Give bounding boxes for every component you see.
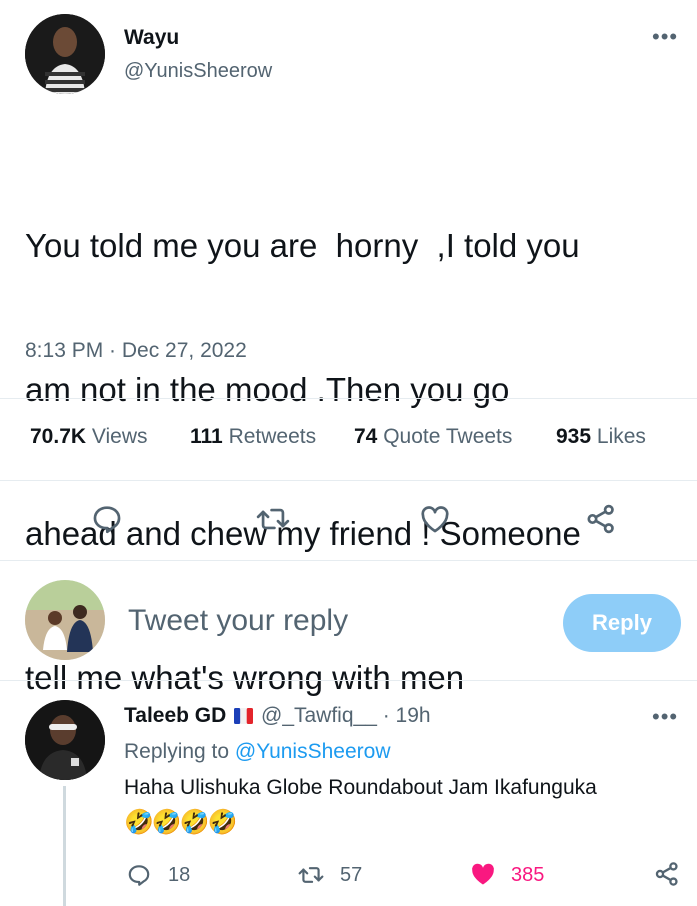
reply-header: Taleeb GD @_Tawfiq__ · 19h [124, 704, 431, 728]
likes-count: 935 [556, 425, 592, 448]
divider [0, 560, 697, 561]
tweet-text-line: tell me what's wrong with men [25, 659, 465, 696]
views-label: Views [91, 425, 148, 448]
quotes-stat[interactable]: 74 Quote Tweets [354, 425, 512, 449]
reply-like-count: 385 [511, 864, 545, 886]
reply-share-icon[interactable] [653, 860, 681, 888]
current-user-avatar-image [25, 580, 105, 660]
reply-button[interactable]: Reply [563, 594, 681, 652]
retweets-count: 111 [190, 425, 223, 448]
author-name[interactable]: Wayu [124, 26, 179, 50]
reply-input[interactable]: Tweet your reply [128, 604, 348, 638]
thread-line [63, 786, 66, 906]
retweets-label: Retweets [228, 425, 317, 448]
divider [0, 680, 697, 681]
views-stat[interactable]: 70.7K Views [30, 425, 148, 449]
divider [0, 398, 697, 399]
retweet-icon[interactable] [254, 502, 292, 536]
reply-reply-icon[interactable] [126, 862, 152, 888]
more-options-icon[interactable]: ••• [652, 26, 678, 48]
retweets-stat[interactable]: 111 Retweets [190, 425, 316, 449]
reply-more-options-icon[interactable]: ••• [652, 706, 678, 728]
replying-to: Replying to @YunisSheerow [124, 740, 390, 764]
likes-stat[interactable]: 935 Likes [556, 425, 646, 449]
reply-like-icon[interactable] [468, 860, 498, 888]
quotes-label: Quote Tweets [383, 425, 513, 448]
reply-text: Haha Ulishuka Globe Roundabout Jam Ikafu… [124, 776, 597, 799]
author-avatar[interactable] [25, 14, 105, 94]
replying-to-handle[interactable]: @YunisSheerow [235, 740, 391, 763]
france-flag-icon [234, 708, 254, 724]
likes-label: Likes [596, 425, 646, 448]
quotes-count: 74 [354, 425, 378, 448]
reply-reply-count: 18 [168, 864, 191, 886]
tweet-text-line: am not in the mood .Then you go [25, 371, 510, 408]
reply-author-handle[interactable]: @_Tawfiq__ [261, 704, 377, 727]
reply-author-avatar-image [25, 700, 105, 780]
author-handle[interactable]: @YunisSheerow [124, 60, 272, 83]
reply-icon[interactable] [90, 502, 124, 536]
like-icon[interactable] [418, 502, 452, 536]
reply-author-name[interactable]: Taleeb GD [124, 704, 226, 727]
tweet-timestamp[interactable]: 8:13 PM · Dec 27, 2022 [25, 339, 247, 363]
reply-emoji: 🤣🤣🤣🤣 [124, 809, 238, 836]
divider [0, 480, 697, 481]
reply-time[interactable]: · 19h [383, 704, 431, 727]
replying-to-prefix: Replying to [124, 740, 230, 763]
reply-retweet-count: 57 [340, 864, 363, 886]
author-avatar-image [25, 14, 105, 94]
reply-author-avatar[interactable] [25, 700, 105, 780]
tweet-text-line: You told me you are horny ,I told you [25, 227, 580, 264]
current-user-avatar[interactable] [25, 580, 105, 660]
views-count: 70.7K [30, 425, 87, 448]
reply-button-label: Reply [592, 610, 652, 635]
reply-retweet-icon[interactable] [296, 862, 326, 888]
share-icon[interactable] [584, 502, 618, 536]
